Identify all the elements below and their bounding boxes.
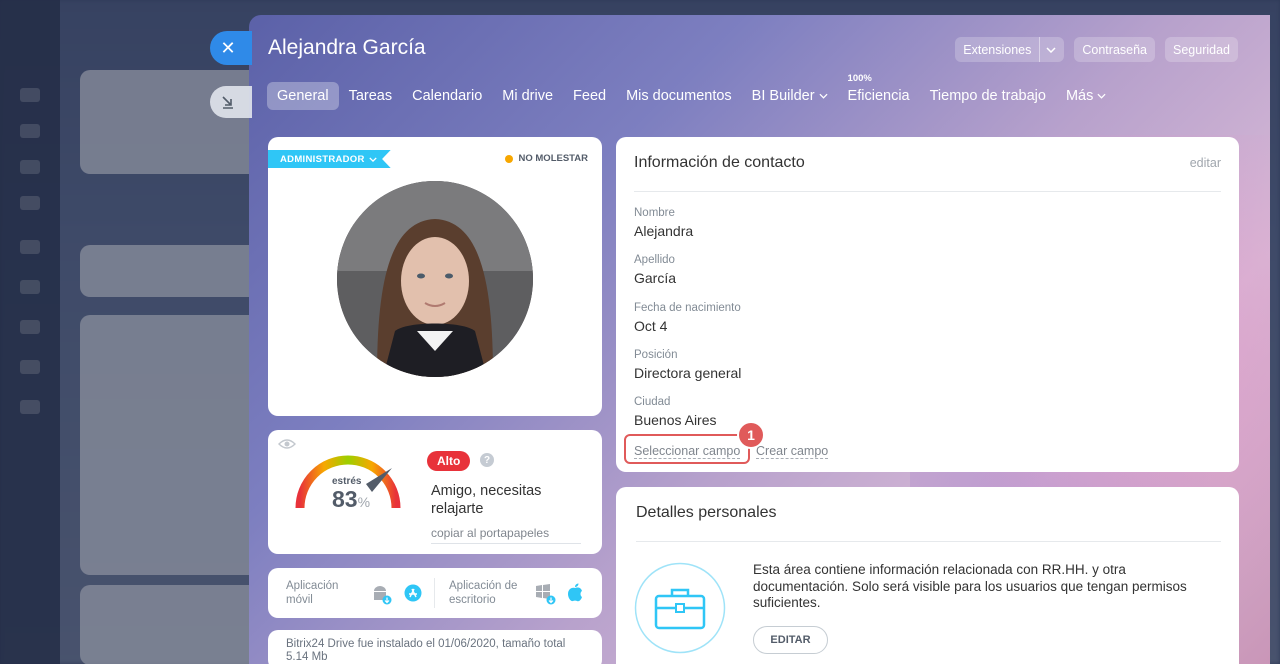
app-store-icon[interactable] — [404, 584, 422, 602]
chevron-down-icon — [1097, 93, 1106, 99]
windows-icon[interactable] — [534, 583, 556, 605]
status-dot-icon — [504, 154, 513, 163]
tab-mas[interactable]: Más — [1056, 82, 1116, 110]
stress-message: Amigo, necesitas relajarte — [431, 483, 542, 517]
page-title: Alejandra García — [268, 36, 426, 59]
extensions-button[interactable]: Extensiones — [955, 37, 1065, 62]
chevron-down-icon — [819, 93, 828, 99]
contact-info-card: Información de contacto editar Nombre Al… — [616, 137, 1239, 472]
tab-tiempo-de-trabajo[interactable]: Tiempo de trabajo — [920, 82, 1056, 110]
field-fecha-de-nacimiento: Fecha de nacimiento Oct 4 — [634, 302, 741, 334]
tab-mi-drive[interactable]: Mi drive — [492, 82, 563, 110]
chevron-down-icon[interactable] — [1039, 37, 1056, 62]
select-field-link[interactable]: Seleccionar campo — [634, 444, 741, 459]
minimize-icon — [222, 96, 233, 109]
personal-details-card: Detalles personales Esta área contiene i… — [616, 487, 1239, 664]
help-icon[interactable]: ? — [480, 453, 494, 467]
tab-tareas[interactable]: Tareas — [339, 82, 403, 110]
drive-info-text: Bitrix24 Drive fue instalado el 01/06/20… — [286, 638, 566, 663]
tab-general[interactable]: General — [267, 82, 339, 110]
edit-personal-details-button[interactable]: EDITAR — [753, 626, 828, 654]
tab-bi-builder[interactable]: BI Builder — [742, 82, 838, 110]
briefcase-icon — [634, 562, 726, 654]
divider — [634, 191, 1221, 192]
role-badge[interactable]: ADMINISTRADOR — [268, 150, 391, 168]
create-field-link[interactable]: Crear campo — [756, 444, 829, 459]
efficiency-percent: 100% — [847, 73, 872, 84]
stress-level-badge: Alto — [427, 451, 471, 471]
close-icon: ✕ — [220, 37, 236, 58]
minimize-panel-button[interactable] — [210, 86, 252, 118]
chevron-down-icon — [369, 156, 377, 162]
desktop-app-label: Aplicación de escritorio — [449, 580, 518, 606]
tab-feed[interactable]: Feed — [563, 82, 616, 110]
profile-card: ADMINISTRADOR NO MOLESTAR — [268, 137, 602, 416]
tab-eficiencia[interactable]: 100% Eficiencia — [838, 73, 920, 110]
close-panel-button[interactable]: ✕ — [210, 31, 252, 65]
avatar[interactable] — [337, 181, 533, 377]
avatar-photo — [337, 181, 533, 377]
security-button[interactable]: Seguridad — [1165, 37, 1238, 62]
field-nombre: Nombre Alejandra — [634, 207, 694, 239]
tab-bar: General Tareas Calendario Mi drive Feed … — [267, 73, 1116, 110]
field-posicion: Posición Directora general — [634, 349, 742, 381]
android-icon[interactable] — [370, 583, 392, 605]
field-ciudad: Ciudad Buenos Aires — [634, 396, 717, 428]
stress-value: 83% — [332, 486, 371, 512]
stress-card: estrés 83% Alto ? Amigo, necesitas relaj… — [268, 430, 602, 554]
status-badge[interactable]: NO MOLESTAR — [504, 153, 588, 164]
callout-badge: 1 — [737, 421, 765, 449]
apple-icon[interactable] — [567, 583, 583, 602]
tab-mis-documentos[interactable]: Mis documentos — [616, 82, 742, 110]
contact-info-title: Información de contacto — [634, 154, 805, 171]
password-button[interactable]: Contraseña — [1074, 37, 1155, 62]
field-apellido: Apellido García — [634, 254, 677, 286]
mobile-app-label: Aplicación móvil — [286, 580, 339, 606]
personal-details-title: Detalles personales — [636, 504, 777, 521]
apps-card: Aplicación móvil Aplicación de escritori… — [268, 568, 602, 618]
contact-edit-link[interactable]: editar — [1190, 156, 1221, 170]
tab-calendario[interactable]: Calendario — [402, 82, 492, 110]
personal-details-description: Esta área contiene información relaciona… — [753, 562, 1187, 610]
apps-divider — [434, 578, 435, 608]
drive-card: Bitrix24 Drive fue instalado el 01/06/20… — [268, 630, 602, 664]
divider — [636, 541, 1221, 542]
copy-to-clipboard-link[interactable]: copiar al portapapeles — [431, 526, 581, 544]
